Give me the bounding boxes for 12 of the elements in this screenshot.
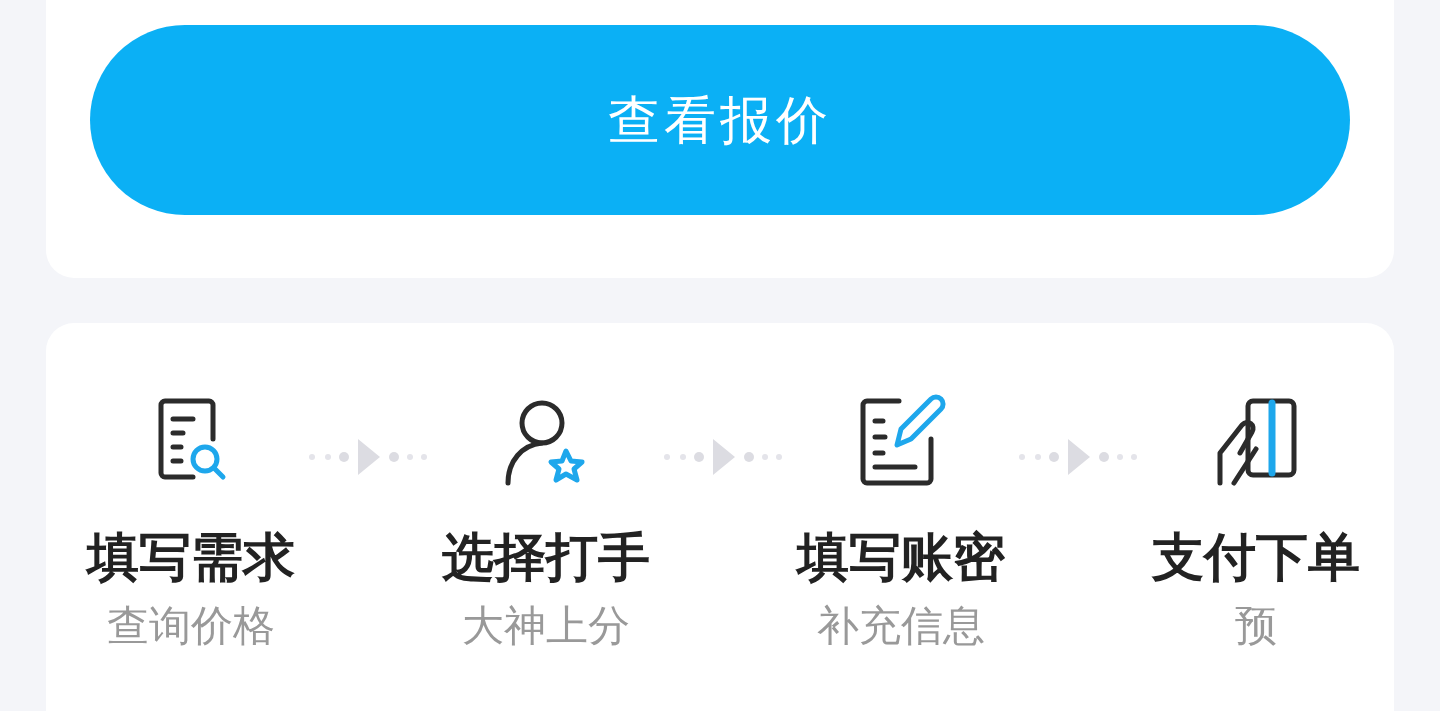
step-title: 填写账密 xyxy=(796,527,1005,587)
step-title: 填写需求 xyxy=(86,527,295,587)
dotted-arrow-icon xyxy=(1018,437,1138,477)
step-subtitle: 预 xyxy=(1234,601,1277,651)
dotted-arrow-icon xyxy=(663,437,783,477)
step-title: 支付下单 xyxy=(1151,527,1360,587)
quote-button[interactable]: 查看报价 xyxy=(90,25,1350,215)
step-title: 选择打手 xyxy=(441,527,650,587)
dotted-arrow-icon xyxy=(308,437,428,477)
step-subtitle: 查询价格 xyxy=(106,601,275,651)
step-subtitle: 补充信息 xyxy=(816,601,985,651)
step-subtitle: 大神上分 xyxy=(461,601,630,651)
